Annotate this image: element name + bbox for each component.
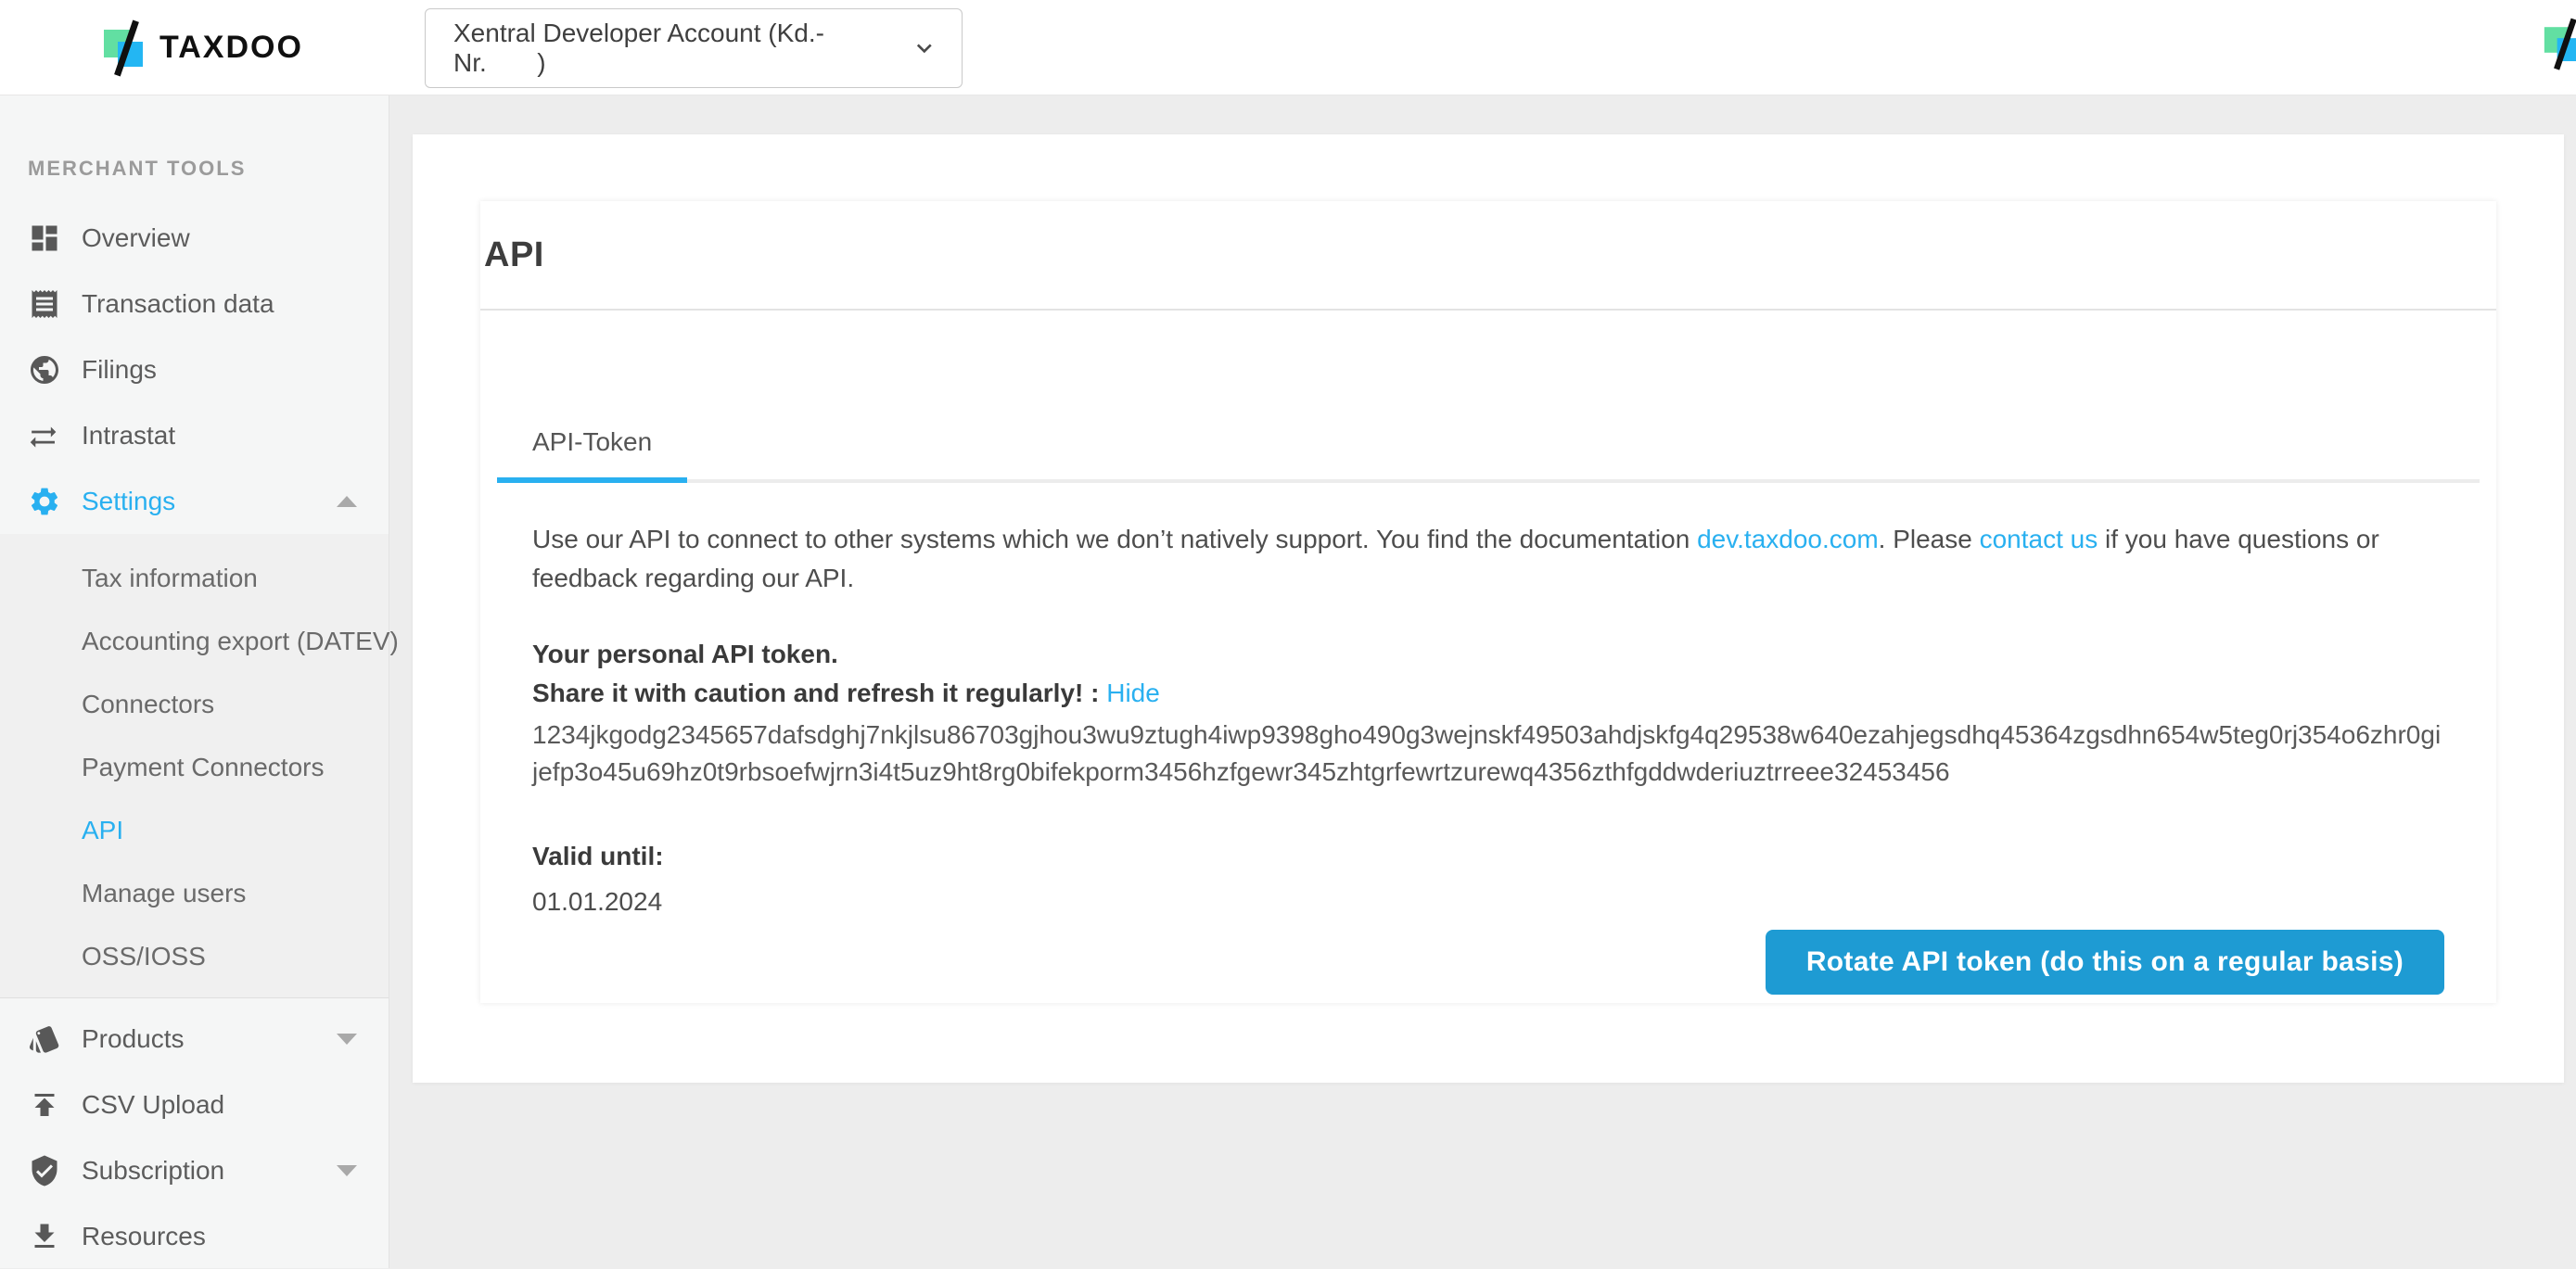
sidebar-item-subscription[interactable]: Subscription [0,1137,389,1203]
chevron-down-icon [337,1165,357,1176]
subitem-label: Manage users [82,879,246,908]
sidebar-subitem-oss-ioss[interactable]: OSS/IOSS [0,925,389,988]
swap-arrows-icon [28,419,61,452]
settings-submenu: Tax information Accounting export (DATEV… [0,534,389,997]
tab-api-token[interactable]: API-Token [497,390,687,479]
account-selector-value: Xentral Developer Account (Kd.-Nr. ) [453,19,910,78]
chevron-down-icon [337,1034,357,1045]
token-caution-line: Share it with caution and refresh it reg… [532,674,2444,713]
sidebar-subitem-manage-users[interactable]: Manage users [0,862,389,925]
rotate-api-token-button[interactable]: Rotate API token (do this on a regular b… [1766,930,2444,995]
api-token-value: 1234jkgodg2345657dafsdghj7nkjlsu86703gjh… [532,717,2444,791]
sidebar-item-label: Filings [82,355,157,385]
sidebar-item-resources[interactable]: Resources [0,1203,389,1269]
contact-us-link[interactable]: contact us [1980,525,2098,553]
subitem-label: OSS/IOSS [82,942,206,971]
button-row: Rotate API token (do this on a regular b… [532,930,2444,995]
api-panel: API API-Token Use our API to connect to … [480,201,2496,1003]
api-intro-text: Use our API to connect to other systems … [532,520,2444,598]
sidebar-item-csv-upload[interactable]: CSV Upload [0,1072,389,1137]
main-content-card: API API-Token Use our API to connect to … [413,134,2564,1083]
subitem-label: Connectors [82,690,214,719]
sidebar-section-label: MERCHANT TOOLS [28,157,389,181]
subitem-label: Tax information [82,564,258,593]
sidebar-subitem-api[interactable]: API [0,799,389,862]
brand-text: TAXDOO [159,30,303,66]
cards-icon [28,1022,61,1056]
sidebar-item-label: Resources [82,1222,206,1251]
chevron-up-icon [337,496,357,507]
subitem-label: API [82,816,123,845]
valid-until-value: 01.01.2024 [532,887,2444,917]
sidebar-item-label: Transaction data [82,289,274,319]
chevron-down-icon [910,33,939,63]
taxdoo-logo: TAXDOO [102,0,303,95]
sidebar-subitem-tax-information[interactable]: Tax information [0,547,389,610]
api-token-tab-content: Use our API to connect to other systems … [480,483,2496,995]
shield-check-icon [28,1154,61,1187]
sidebar-item-transaction-data[interactable]: Transaction data [0,271,389,336]
sidebar-item-label: Overview [82,223,190,253]
sidebar-subitem-payment-connectors[interactable]: Payment Connectors [0,736,389,799]
sidebar-subitem-accounting-export[interactable]: Accounting export (DATEV) [0,610,389,673]
sidebar-item-label: Products [82,1024,185,1054]
upload-icon [28,1088,61,1122]
sidebar-item-label: Intrastat [82,421,175,450]
intro-text-2: . Please [1879,525,1980,553]
sidebar: MERCHANT TOOLS Overview Transaction data… [0,95,389,1268]
sidebar-divider [0,997,389,998]
sidebar-item-label: Subscription [82,1156,224,1186]
sidebar-item-overview[interactable]: Overview [0,205,389,271]
docs-link[interactable]: dev.taxdoo.com [1697,525,1879,553]
page-title: API [484,235,544,275]
token-heading: Your personal API token. [532,635,2444,674]
sidebar-item-label: Settings [82,487,175,516]
sidebar-item-products[interactable]: Products [0,1006,389,1072]
globe-icon [28,353,61,387]
subitem-label: Payment Connectors [82,753,324,782]
panel-header: API [480,201,2496,311]
top-bar: TAXDOO Xentral Developer Account (Kd.-Nr… [0,0,2576,95]
sidebar-item-label: CSV Upload [82,1090,224,1120]
hide-token-link[interactable]: Hide [1106,679,1160,707]
tabs-row: API-Token [497,390,2480,483]
dashboard-icon [28,222,61,255]
download-icon [28,1220,61,1253]
taxdoo-logo-icon [102,20,150,76]
valid-until-label: Valid until: [532,837,2444,876]
token-caution-text: Share it with caution and refresh it reg… [532,679,1106,707]
sidebar-item-settings[interactable]: Settings [0,468,389,534]
receipt-icon [28,287,61,321]
intro-text-1: Use our API to connect to other systems … [532,525,1697,553]
subitem-label: Accounting export (DATEV) [82,627,399,656]
sidebar-item-filings[interactable]: Filings [0,336,389,402]
account-selector-dropdown[interactable]: Xentral Developer Account (Kd.-Nr. ) [425,8,963,88]
sidebar-item-intrastat[interactable]: Intrastat [0,402,389,468]
gear-icon [28,485,61,518]
sidebar-subitem-connectors[interactable]: Connectors [0,673,389,736]
